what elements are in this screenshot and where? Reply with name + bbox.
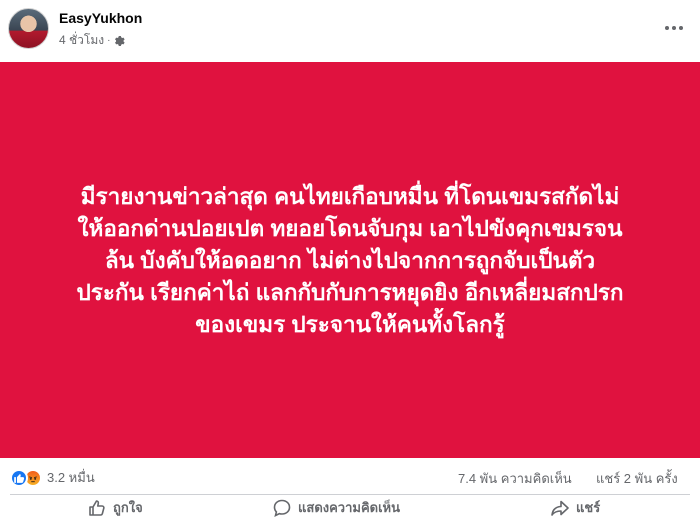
reactions-summary[interactable]: 3.2 หมื่น xyxy=(10,467,95,488)
post-text-line: มีรายงานข่าวล่าสุด คนไทยเกือบหมื่น ที่โด… xyxy=(80,184,620,209)
like-label: ถูกใจ xyxy=(113,500,143,515)
comment-button[interactable]: แสดงความคิดเห็น xyxy=(272,497,400,518)
post-stats: 3.2 หมื่น 7.4 พัน ความคิดเห็น แชร์ 2 พัน… xyxy=(0,458,700,494)
gear-icon[interactable] xyxy=(113,34,126,47)
post-text-line: ของเขมร ประจานให้คนทั้งโลกรู้ xyxy=(195,312,505,337)
avatar[interactable] xyxy=(8,8,49,49)
share-label: แชร์ xyxy=(576,500,601,515)
more-dot-icon xyxy=(679,26,683,30)
comments-count[interactable]: 7.4 พัน ความคิดเห็น xyxy=(458,468,572,489)
post-time[interactable]: 4 ชั่วโมง xyxy=(59,31,104,50)
post-text-line: ให้ออกด่านปอยเปต ทยอยโดนจับกุม เอาไปขังค… xyxy=(77,216,623,241)
like-button[interactable]: ถูกใจ xyxy=(87,497,143,518)
more-options-button[interactable] xyxy=(660,16,688,40)
share-button[interactable]: แชร์ xyxy=(550,497,600,518)
shares-count[interactable]: แชร์ 2 พัน ครั้ง xyxy=(596,468,678,489)
post-meta: 4 ชั่วโมง · xyxy=(59,31,126,50)
comment-label: แสดงความคิดเห็น xyxy=(298,500,401,515)
more-dot-icon xyxy=(672,26,676,30)
share-icon xyxy=(551,500,569,516)
comment-icon xyxy=(273,499,291,517)
post-actions-bar: ถูกใจ แสดงความคิดเห็น แชร์ xyxy=(10,494,690,519)
post-text-line: ประกัน เรียกค่าไถ่ แลกกับกับการหยุดยิง อ… xyxy=(76,280,624,305)
author-name[interactable]: EasyYukhon xyxy=(59,10,142,26)
post-content-panel[interactable]: มีรายงานข่าวล่าสุด คนไทยเกือบหมื่น ที่โด… xyxy=(0,62,700,458)
separator-dot: · xyxy=(107,35,111,46)
like-icon xyxy=(10,468,28,487)
post-header: EasyYukhon 4 ชั่วโมง · xyxy=(0,0,700,62)
thumbs-up-icon xyxy=(89,499,105,516)
more-dot-icon xyxy=(665,26,669,30)
post-text-line: ล้น บังคับให้อดอยาก ไม่ต่างไปจากการถูกจั… xyxy=(104,248,596,273)
reactions-count: 3.2 หมื่น xyxy=(47,470,95,485)
post-text: มีรายงานข่าวล่าสุด คนไทยเกือบหมื่น ที่โด… xyxy=(30,179,670,341)
